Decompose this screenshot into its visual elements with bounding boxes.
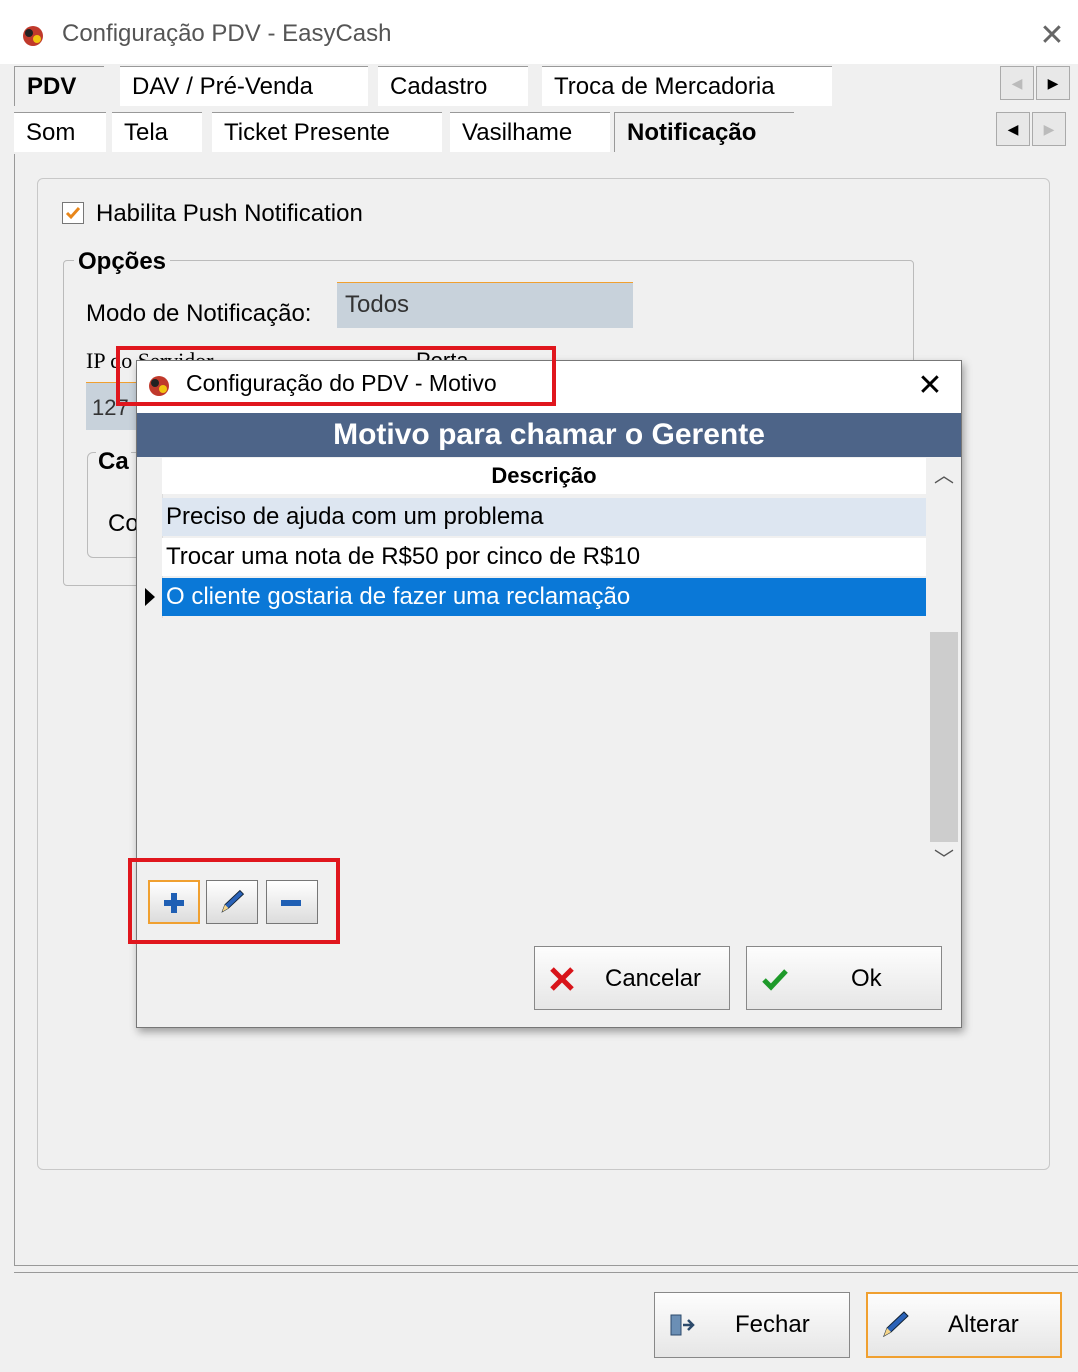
tab-troca-de-mercadoria[interactable]: Troca de Mercadoria: [542, 66, 832, 106]
fechar-label: Fechar: [735, 1311, 810, 1338]
pencil-icon: [883, 1311, 909, 1338]
scrollbar-thumb[interactable]: [930, 632, 958, 842]
tab-scroll-left-icon[interactable]: ◀: [996, 112, 1030, 146]
window-title: Configuração PDV - EasyCash: [62, 20, 392, 47]
tab-scroll-arrows-row1: ◀ ▶: [1000, 66, 1070, 100]
tab-ticket-presente[interactable]: Ticket Presente: [212, 112, 442, 152]
current-row-indicator-icon: [145, 588, 155, 606]
tab-scroll-arrows-row2: ◀ ▶: [996, 112, 1066, 146]
tab-pdv[interactable]: PDV: [14, 66, 104, 106]
alterar-label: Alterar: [948, 1311, 1019, 1338]
modo-notificacao-select[interactable]: Todos: [337, 282, 633, 328]
ok-label: Ok: [851, 965, 882, 992]
category-title: Ca: [96, 448, 131, 476]
check-icon: [762, 969, 788, 991]
dialog-close-button[interactable]: ✕: [910, 366, 950, 406]
tab-cadastro[interactable]: Cadastro: [378, 66, 528, 106]
tab-som[interactable]: Som: [14, 112, 106, 152]
category-label: Co: [108, 510, 139, 537]
checkmark-icon: [65, 207, 81, 220]
title-highlight-box: [116, 346, 556, 406]
window-close-button[interactable]: ✕: [1030, 14, 1074, 58]
grid-row-selected[interactable]: O cliente gostaria de fazer uma reclamaç…: [162, 578, 926, 616]
tab-scroll-right-icon[interactable]: ▶: [1032, 112, 1066, 146]
app-icon: [23, 26, 43, 46]
push-notification-checkbox[interactable]: [62, 202, 84, 224]
column-header-descricao[interactable]: Descrição: [162, 458, 926, 494]
cancel-x-icon: [550, 967, 574, 991]
footer-divider: [14, 1272, 1078, 1273]
dialog-header: Motivo para chamar o Gerente: [137, 413, 961, 457]
tab-vasilhame[interactable]: Vasilhame: [450, 112, 610, 152]
scroll-down-icon[interactable]: ﹀: [928, 844, 960, 876]
buttons-highlight-box: [128, 858, 340, 944]
modo-notificacao-label: Modo de Notificação:: [86, 300, 312, 327]
exit-door-icon: [670, 1314, 695, 1336]
push-notification-label: Habilita Push Notification: [96, 200, 363, 227]
scroll-up-icon[interactable]: ︿: [928, 460, 960, 492]
tab-notificacao[interactable]: Notificação: [614, 112, 794, 152]
grid-row[interactable]: Trocar uma nota de R$50 por cinco de R$1…: [162, 538, 926, 576]
opcoes-title: Opções: [74, 248, 171, 276]
cancelar-label: Cancelar: [605, 965, 702, 992]
alterar-button[interactable]: Alterar: [866, 1292, 1062, 1358]
tab-scroll-right-icon[interactable]: ▶: [1036, 66, 1070, 100]
fechar-button[interactable]: Fechar: [654, 1292, 850, 1358]
ok-button[interactable]: Ok: [746, 946, 942, 1010]
tab-tela[interactable]: Tela: [112, 112, 202, 152]
tab-scroll-left-icon[interactable]: ◀: [1000, 66, 1034, 100]
grid-row[interactable]: Preciso de ajuda com um problema: [162, 498, 926, 536]
tab-dav-pre-venda[interactable]: DAV / Pré-Venda: [120, 66, 368, 106]
cancelar-button[interactable]: Cancelar: [534, 946, 730, 1010]
